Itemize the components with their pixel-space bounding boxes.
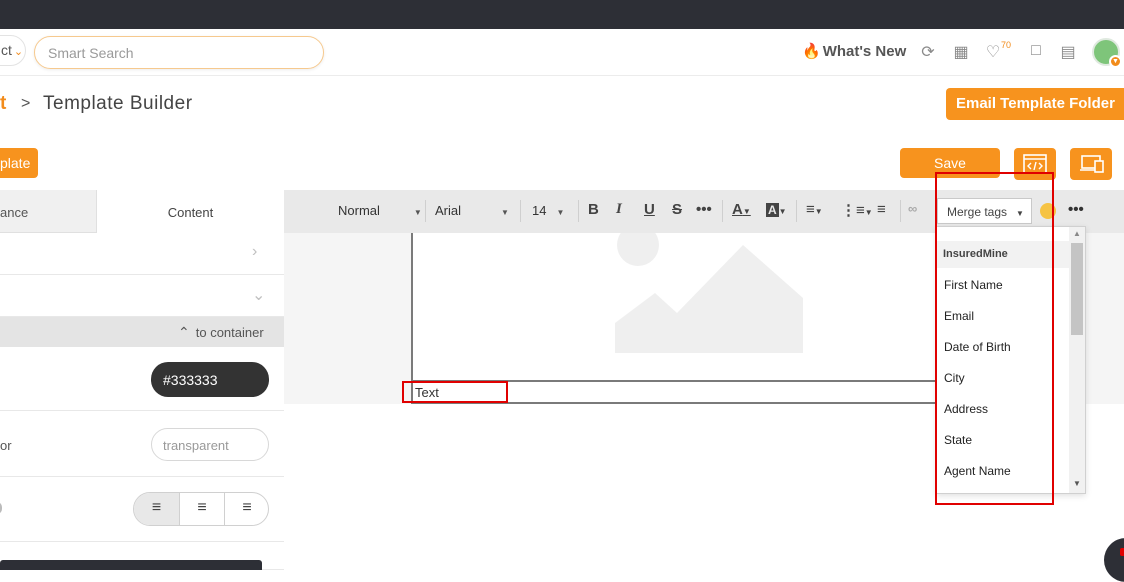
- scroll-down-icon[interactable]: ▼: [1073, 479, 1081, 488]
- settings-row[interactable]: ›: [0, 233, 284, 275]
- caret-down-icon: ▼: [556, 208, 565, 217]
- highlight-box-merge-tags: [935, 172, 1054, 505]
- collapse-label: ⌃ to container: [178, 324, 264, 341]
- sync-icon[interactable]: ⟳: [918, 42, 938, 62]
- dropdown-scrollbar[interactable]: ▲ ▼: [1069, 227, 1085, 493]
- chevron-down-icon: ⌄: [13, 46, 24, 58]
- divider: [722, 200, 723, 222]
- align-left-icon[interactable]: ≡: [134, 493, 179, 525]
- underline-icon[interactable]: U: [644, 201, 655, 218]
- email-template-folder-button[interactable]: Email Template Folder: [946, 88, 1124, 120]
- font-color-icon[interactable]: A▼: [732, 201, 751, 218]
- align-center-icon[interactable]: ≡: [179, 493, 224, 525]
- chevron-up-icon: ⌃: [178, 324, 190, 340]
- image-placeholder-block[interactable]: [411, 233, 941, 381]
- divider: [578, 200, 579, 222]
- divider: [425, 200, 426, 222]
- breadcrumb-separator: >: [21, 95, 31, 112]
- page-title: Template Builder: [43, 93, 193, 114]
- highlight-box-text: [402, 381, 508, 403]
- divider: [900, 200, 901, 222]
- code-icon: [1023, 154, 1047, 174]
- caret-down-icon: ▼: [413, 208, 422, 217]
- bell-icon[interactable]: ♡: [983, 42, 1003, 62]
- template-button[interactable]: plate: [0, 148, 38, 178]
- divider: [796, 200, 797, 222]
- calendar-icon[interactable]: ▦: [951, 42, 971, 62]
- caret-down-icon: ▼: [501, 208, 509, 217]
- font-select[interactable]: Arial ▼: [435, 203, 509, 218]
- list-icon[interactable]: ⋮≡▼: [841, 201, 873, 219]
- background-color-label: or: [0, 438, 12, 453]
- format-value: Normal: [338, 203, 380, 218]
- background-color-picker[interactable]: transparent: [151, 428, 269, 461]
- size-select[interactable]: 14 ▼: [532, 203, 564, 218]
- settings-row[interactable]: ⌄: [0, 275, 284, 317]
- tab-appearance[interactable]: ance: [0, 190, 97, 233]
- breadcrumb-previous[interactable]: t: [0, 93, 6, 115]
- scrollbar-thumb[interactable]: [1071, 243, 1083, 335]
- more-options-icon[interactable]: •••: [1068, 201, 1084, 218]
- scroll-up-icon[interactable]: ▲: [1073, 229, 1081, 238]
- align-right-icon[interactable]: ≡: [224, 493, 268, 525]
- chevron-down-icon: ▼: [1109, 55, 1122, 68]
- divider: [520, 200, 521, 222]
- strikethrough-icon[interactable]: S: [672, 201, 682, 218]
- whats-new-label: What's New: [822, 43, 907, 60]
- highlight-color-icon[interactable]: A ▼: [766, 201, 787, 218]
- alignment-group: ≡ ≡ ≡: [133, 492, 269, 526]
- top-bar: [0, 0, 1124, 29]
- size-value: 14: [532, 203, 547, 218]
- module-select-label: ct: [1, 42, 12, 58]
- text-color-picker[interactable]: #333333: [151, 362, 269, 397]
- smart-search-input[interactable]: Smart Search: [34, 36, 324, 69]
- chat-icon: [1120, 548, 1124, 556]
- font-value: Arial: [435, 203, 462, 218]
- chat-icon[interactable]: □: [1026, 42, 1046, 62]
- chevron-down-icon: ⌄: [252, 287, 266, 304]
- to-container-text: to container: [195, 325, 264, 340]
- fire-icon: 🔥: [802, 43, 821, 60]
- tab-content[interactable]: Content: [97, 190, 284, 233]
- notification-count: 70: [1001, 40, 1012, 50]
- align-icon[interactable]: ≡▼: [806, 201, 823, 218]
- more-formatting-icon[interactable]: •••: [696, 201, 712, 218]
- image-placeholder-icon: [615, 233, 803, 353]
- avatar[interactable]: ▼: [1092, 38, 1122, 68]
- bold-icon[interactable]: B: [588, 201, 599, 218]
- link-icon[interactable]: ∞: [908, 201, 917, 216]
- chevron-right-icon: ›: [252, 243, 258, 260]
- chat-widget-button[interactable]: [1104, 538, 1124, 582]
- device-icon: [1080, 155, 1104, 173]
- app-header: ct ⌄ Smart Search 🔥 What's New ⟳ ▦ ♡ 70 □ …: [0, 29, 1124, 76]
- module-select[interactable]: ct ⌄: [0, 35, 26, 66]
- whats-new-link[interactable]: 🔥 What's New: [802, 42, 906, 60]
- device-preview-button[interactable]: [1070, 148, 1112, 180]
- italic-icon[interactable]: I: [616, 201, 622, 218]
- format-select[interactable]: Normal ▼: [338, 203, 422, 218]
- line-height-icon[interactable]: ≡: [877, 201, 886, 218]
- bottom-dark-bar: [0, 560, 262, 570]
- collapse-to-container[interactable]: ⌃ to container: [0, 317, 284, 347]
- document-icon[interactable]: ▤: [1058, 42, 1078, 62]
